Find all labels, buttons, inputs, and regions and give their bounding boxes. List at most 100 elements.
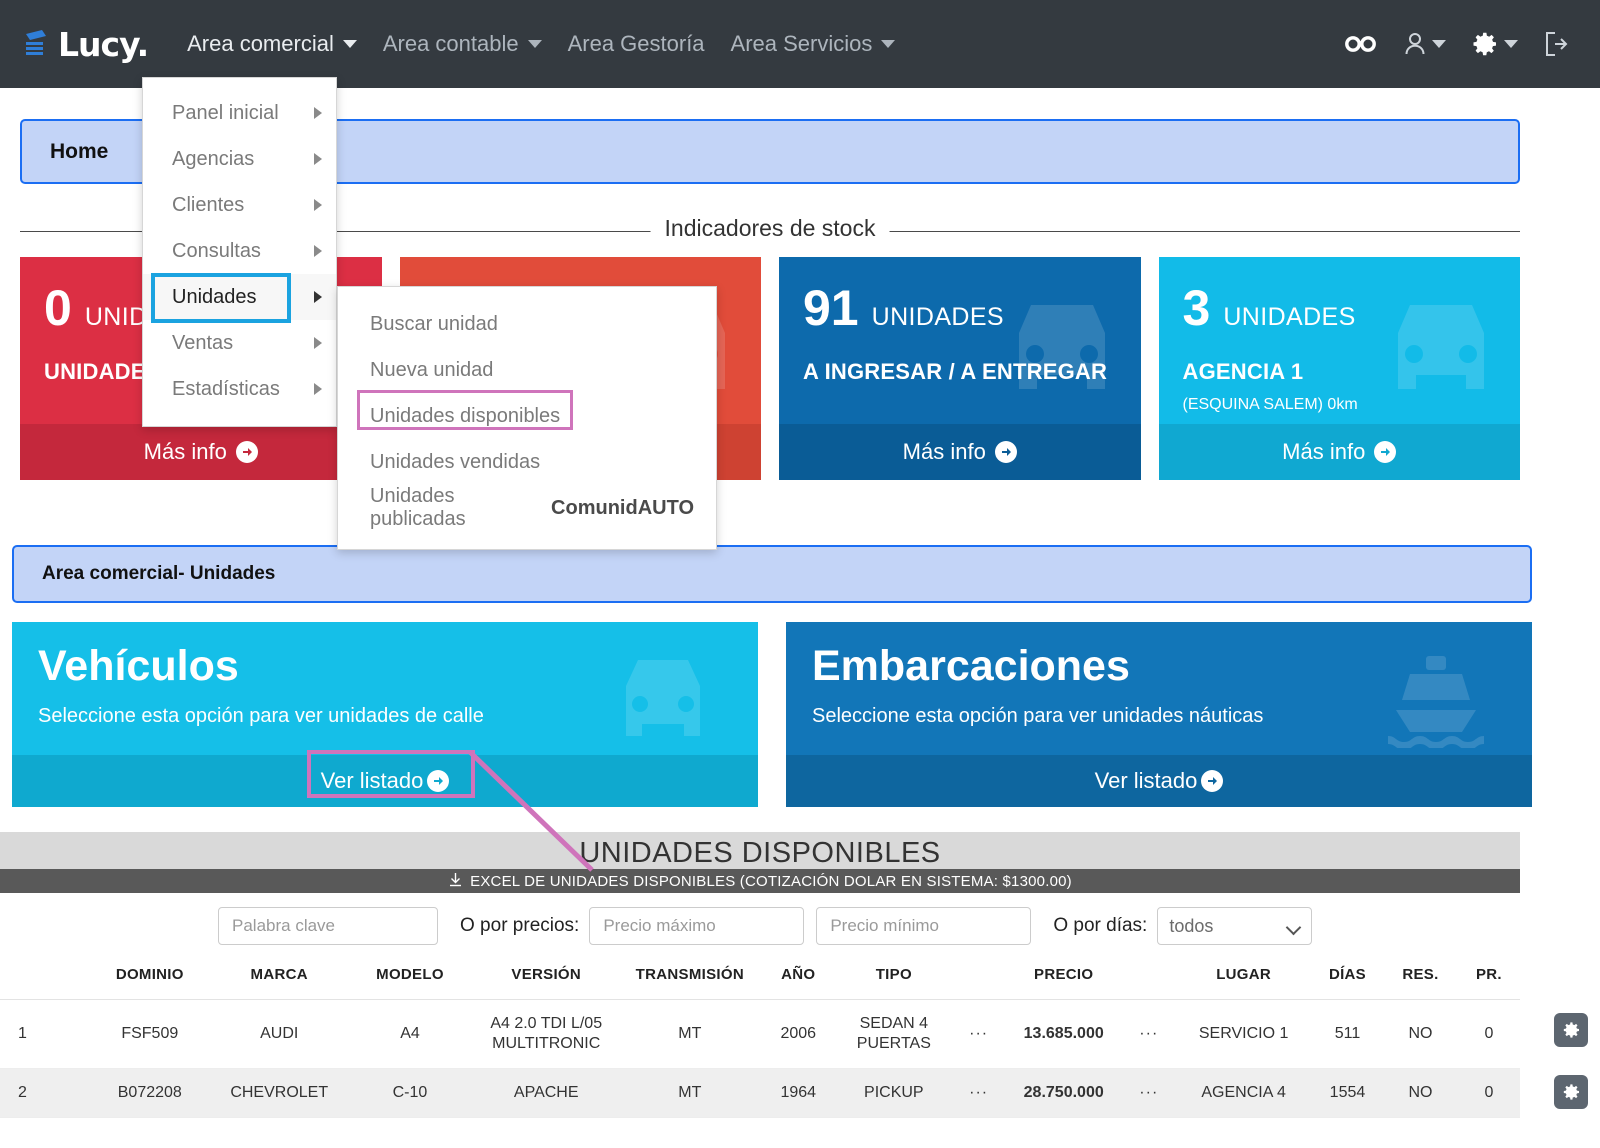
col-marca[interactable]: MARCA: [212, 950, 347, 1000]
menu-item-panel-inicial-label: Panel inicial: [172, 101, 279, 124]
nav-area-gestoria-label: Area Gestoría: [567, 31, 705, 56]
col-version[interactable]: VERSIÓN: [473, 950, 619, 1000]
price-min-input[interactable]: [816, 907, 1032, 945]
stock-card-2[interactable]: 91 UNIDADES A INGRESAR / A ENTREGAR Más …: [779, 257, 1141, 480]
cell-precio[interactable]: 13.685.000: [1005, 999, 1123, 1069]
top-bar-actions: [1344, 31, 1600, 57]
price-filter-label: O por precios:: [460, 915, 580, 936]
cell-anio: 2006: [760, 999, 836, 1069]
settings-gear-icon[interactable]: [1472, 31, 1518, 57]
col-transmision[interactable]: TRANSMISIÓN: [618, 950, 761, 1000]
cell-index: 2: [0, 1068, 46, 1118]
cell-anio: 1964: [760, 1068, 836, 1118]
excel-download-bar[interactable]: EXCEL DE UNIDADES DISPONIBLES (COTIZACIÓ…: [0, 869, 1520, 893]
submenu-item-unidades-disponibles-label: Unidades disponibles: [370, 404, 561, 427]
submenu-item-nueva-unidad[interactable]: Nueva unidad: [338, 347, 716, 393]
col-dominio[interactable]: DOMINIO: [87, 950, 213, 1000]
menu-item-unidades[interactable]: Unidades: [143, 274, 336, 320]
breadcrumb: Area comercial- Unidades: [12, 545, 1532, 603]
cell-precio[interactable]: 28.750.000: [1005, 1068, 1123, 1118]
logout-icon[interactable]: [1544, 31, 1568, 57]
cell-blank: [45, 1068, 88, 1118]
nav-area-gestoria[interactable]: Area Gestoría: [555, 0, 718, 88]
nav-area-contable[interactable]: Area contable: [370, 0, 555, 88]
menu-item-agencias-label: Agencias: [172, 147, 255, 170]
col-index[interactable]: [0, 950, 46, 1000]
table-title-bar: UNIDADES DISPONIBLES: [0, 832, 1520, 874]
panel-embarcaciones[interactable]: Embarcaciones Seleccione esta opción par…: [786, 622, 1532, 807]
breadcrumb-label: Area comercial- Unidades: [42, 563, 276, 584]
stock-card-3-more-label: Más info: [1282, 439, 1366, 464]
chevron-right-icon: [314, 153, 322, 165]
nav-area-comercial[interactable]: Area comercial: [174, 0, 370, 88]
cell-marca: CHEVROLET: [212, 1068, 347, 1118]
arrow-right-icon: [235, 441, 258, 463]
col-dias[interactable]: DÍAS: [1311, 950, 1384, 1000]
col-pr[interactable]: PR.: [1457, 950, 1520, 1000]
stock-card-2-more-label: Más info: [902, 439, 986, 464]
stock-card-3-more-button[interactable]: Más info: [1158, 424, 1520, 480]
units-table: DOMINIO MARCA MODELO VERSIÓN TRANSMISIÓN…: [0, 950, 1520, 1118]
cell-dias: 1554: [1311, 1068, 1384, 1118]
table-row[interactable]: 1 FSF509 AUDI A4 A4 2.0 TDI L/05 MULTITR…: [0, 999, 1520, 1069]
cell-dias: 511: [1311, 999, 1384, 1069]
table-header-row: DOMINIO MARCA MODELO VERSIÓN TRANSMISIÓN…: [0, 950, 1520, 1000]
cell-dots-1[interactable]: ···: [952, 1068, 1006, 1118]
col-precio[interactable]: PRECIO: [1005, 950, 1123, 1000]
chevron-right-icon: [314, 199, 322, 211]
submenu-item-unidades-publicadas-label: Unidades publicadas: [370, 485, 466, 530]
table-filters: O por precios: O por días: todos: [0, 900, 1600, 952]
stock-card-0-more-button[interactable]: Más info: [20, 424, 382, 480]
col-modelo[interactable]: MODELO: [346, 950, 474, 1000]
menu-item-estadisticas-label: Estadísticas: [172, 377, 280, 400]
panel-embarcaciones-cta[interactable]: Ver listado: [786, 755, 1532, 807]
panel-vehiculos[interactable]: Vehículos Seleccione esta opción para ve…: [12, 622, 758, 807]
menu-item-panel-inicial[interactable]: Panel inicial: [143, 90, 336, 136]
submenu-item-unidades-publicadas[interactable]: Unidades publicadas ComunidAUTO: [338, 485, 716, 531]
panel-vehiculos-desc: Seleccione esta opción para ver unidades…: [38, 705, 484, 728]
table-row[interactable]: 2 B072208 CHEVROLET C-10 APACHE MT 1964 …: [0, 1068, 1520, 1118]
cell-dots-1[interactable]: ···: [952, 999, 1006, 1069]
price-max-input[interactable]: [589, 907, 805, 945]
submenu-item-nueva-unidad-label: Nueva unidad: [370, 358, 494, 381]
col-anio[interactable]: AÑO: [760, 950, 836, 1000]
menu-item-agencias[interactable]: Agencias: [143, 136, 336, 182]
menu-item-estadisticas[interactable]: Estadísticas: [143, 366, 336, 412]
home-label: Home: [50, 139, 109, 163]
brand-logo[interactable]: Lucy.: [22, 25, 149, 64]
stock-card-2-body: 91 UNIDADES A INGRESAR / A ENTREGAR: [779, 257, 1141, 424]
arrow-right-icon: [427, 770, 450, 792]
col-tipo[interactable]: TIPO: [835, 950, 953, 1000]
excel-download-label: EXCEL DE UNIDADES DISPONIBLES (COTIZACIÓ…: [470, 872, 1072, 890]
cell-dots-2[interactable]: ···: [1122, 1068, 1176, 1118]
stock-card-3-units: UNIDADES: [1223, 303, 1356, 331]
unit-type-panels: Vehículos Seleccione esta opción para ve…: [12, 622, 1532, 807]
user-menu-icon[interactable]: [1404, 32, 1446, 56]
stock-card-3[interactable]: 3 UNIDADES AGENCIA 1 (ESQUINA SALEM) 0km…: [1158, 257, 1520, 480]
menu-item-clientes[interactable]: Clientes: [143, 182, 336, 228]
cell-pr: 0: [1457, 999, 1520, 1069]
row-settings-gear-icon[interactable]: [1554, 1075, 1588, 1109]
menu-item-ventas[interactable]: Ventas: [143, 320, 336, 366]
row-settings-gear-icon[interactable]: [1554, 1013, 1588, 1047]
submenu-item-buscar-unidad[interactable]: Buscar unidad: [338, 301, 716, 347]
days-filter-label: O por días:: [1053, 915, 1148, 936]
legend-text: Indicadores de stock: [650, 215, 890, 242]
col-blank[interactable]: [45, 950, 88, 1000]
col-res[interactable]: RES.: [1383, 950, 1458, 1000]
stock-card-3-sub2: (ESQUINA SALEM) 0km: [1182, 396, 1358, 413]
chevron-down-icon: [342, 40, 357, 48]
keyword-input[interactable]: [218, 907, 438, 945]
submenu-item-unidades-disponibles[interactable]: Unidades disponibles: [338, 393, 716, 439]
days-select[interactable]: todos: [1157, 907, 1313, 945]
infinity-icon[interactable]: [1344, 34, 1378, 54]
nav-area-servicios[interactable]: Area Servicios: [718, 0, 909, 88]
stock-card-2-more-button[interactable]: Más info: [779, 424, 1141, 480]
col-lugar[interactable]: LUGAR: [1175, 950, 1312, 1000]
lucy-logo-icon: [22, 28, 50, 60]
submenu-item-unidades-vendidas[interactable]: Unidades vendidas: [338, 439, 716, 485]
panel-vehiculos-cta[interactable]: Ver listado: [12, 755, 758, 807]
arrow-right-icon: [994, 441, 1017, 463]
menu-item-consultas[interactable]: Consultas: [143, 228, 336, 274]
cell-dots-2[interactable]: ···: [1122, 999, 1176, 1069]
